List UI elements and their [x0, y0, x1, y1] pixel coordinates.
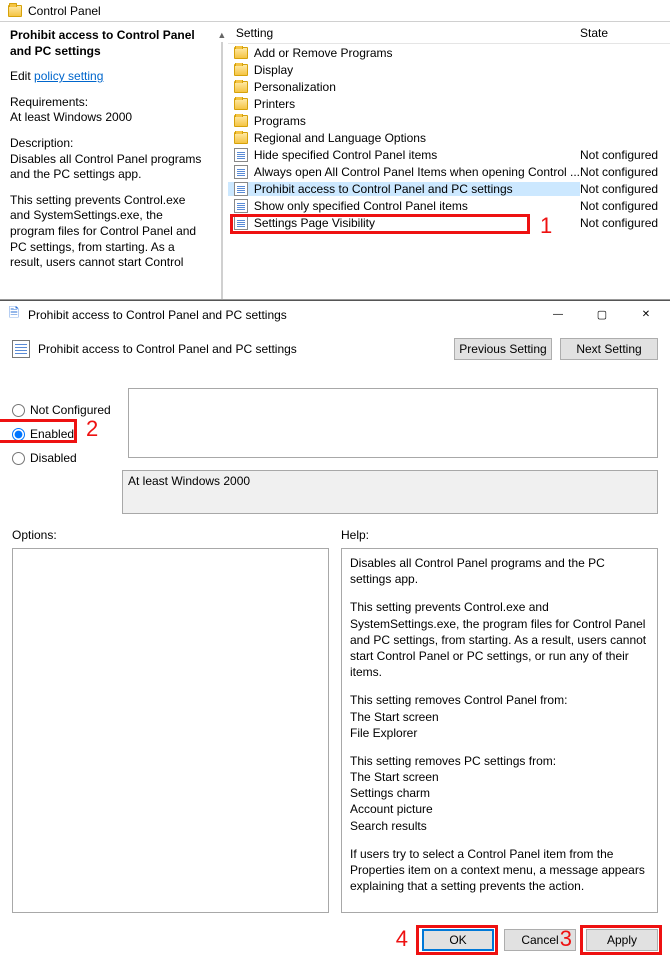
gpedit-pane: Control Panel Prohibit access to Control… — [0, 0, 670, 300]
radio-not-configured[interactable]: Not Configured — [12, 398, 111, 422]
radio-disabled[interactable]: Disabled — [12, 446, 111, 470]
help-label: Help: — [341, 528, 658, 542]
list-header: Setting State — [228, 22, 670, 44]
radio-not-configured-input[interactable] — [12, 404, 25, 417]
cancel-button[interactable]: Cancel — [504, 929, 576, 951]
minimize-button[interactable]: — — [536, 301, 580, 328]
help-paragraph: This setting prevents Control.exe and Sy… — [350, 599, 649, 680]
list-item-label: Personalization — [254, 80, 336, 94]
list-item[interactable]: Add or Remove Programs — [228, 44, 670, 61]
state-radio-group: Not Configured Enabled Disabled — [12, 398, 111, 470]
next-setting-button[interactable]: Next Setting — [560, 338, 658, 360]
list-item-label: Hide specified Control Panel items — [254, 148, 437, 162]
column-state[interactable]: State — [580, 26, 670, 40]
list-item[interactable]: Printers — [228, 95, 670, 112]
policy-icon — [234, 148, 248, 162]
list-item[interactable]: Show only specified Control Panel items N… — [228, 197, 670, 214]
policy-icon — [234, 182, 248, 196]
list-item-state: Not configured — [580, 216, 670, 230]
supported-on-text: At least Windows 2000 — [122, 470, 658, 514]
list-item[interactable]: Display — [228, 61, 670, 78]
dialog-header-row: Prohibit access to Control Panel and PC … — [12, 338, 658, 360]
list-item-state: Not configured — [580, 165, 670, 179]
supported-on-label: Supported on: — [12, 470, 122, 514]
radio-enabled-input[interactable] — [12, 428, 25, 441]
list-item[interactable]: Regional and Language Options — [228, 129, 670, 146]
dialog-titlebar[interactable]: 🗎 Prohibit access to Control Panel and P… — [0, 301, 670, 328]
requirements-label: Requirements: — [10, 95, 88, 109]
folder-icon — [234, 81, 248, 93]
edit-prefix: Edit — [10, 69, 31, 83]
dialog-header-text: Prohibit access to Control Panel and PC … — [38, 342, 446, 356]
list-item-label: Programs — [254, 114, 306, 128]
comment-textarea[interactable] — [128, 388, 658, 458]
folder-icon — [234, 115, 248, 127]
radio-enabled-label: Enabled — [30, 427, 74, 441]
list-item-label: Add or Remove Programs — [254, 46, 393, 60]
folder-icon — [234, 132, 248, 144]
options-label: Options: — [12, 528, 329, 542]
radio-disabled-label: Disabled — [30, 451, 77, 465]
policy-icon — [234, 216, 248, 230]
folder-icon — [234, 64, 248, 76]
list-item[interactable]: Programs — [228, 112, 670, 129]
policy-icon — [234, 199, 248, 213]
settings-list-panel: Setting State Add or Remove Programs Disp… — [228, 0, 670, 299]
list-body: Add or Remove Programs Display Personaliza… — [228, 44, 670, 299]
list-item-state: Not configured — [580, 182, 670, 196]
radio-not-configured-label: Not Configured — [30, 403, 111, 417]
list-item[interactable]: Always open All Control Panel Items when… — [228, 163, 670, 180]
list-item-label: Regional and Language Options — [254, 131, 426, 145]
chevron-up-icon: ▲ — [217, 30, 226, 40]
edit-policy-link[interactable]: policy setting — [34, 69, 103, 83]
policy-icon — [234, 165, 248, 179]
radio-enabled[interactable]: Enabled — [12, 422, 111, 446]
help-box[interactable]: Disables all Control Panel programs and … — [341, 548, 658, 913]
help-paragraph: This setting removes Control Panel from:… — [350, 692, 649, 741]
ok-button[interactable]: OK — [422, 929, 494, 951]
description-panel: Prohibit access to Control Panel and PC … — [0, 0, 216, 299]
list-item-label: Printers — [254, 97, 295, 111]
policy-icon — [12, 340, 30, 358]
previous-setting-button[interactable]: Previous Setting — [454, 338, 552, 360]
help-paragraph: If users try to select a Control Panel i… — [350, 846, 649, 895]
description-label: Description: — [10, 136, 73, 150]
list-item-label: Show only specified Control Panel items — [254, 199, 468, 213]
list-item-label: Always open All Control Panel Items when… — [254, 165, 580, 179]
selected-policy-title: Prohibit access to Control Panel and PC … — [10, 28, 208, 59]
list-item-state: Not configured — [580, 199, 670, 213]
folder-icon — [234, 47, 248, 59]
dialog-title: Prohibit access to Control Panel and PC … — [28, 308, 287, 322]
help-paragraph: This setting removes PC settings from:Th… — [350, 753, 649, 834]
maximize-button[interactable]: ▢ — [580, 301, 624, 328]
list-item[interactable]: Personalization — [228, 78, 670, 95]
window-icon: 🗎 — [6, 307, 22, 323]
requirements-value: At least Windows 2000 — [10, 110, 132, 124]
pane-splitter[interactable]: ▲ — [216, 0, 228, 299]
list-item-label: Settings Page Visibility — [254, 216, 375, 230]
list-item-label: Display — [254, 63, 293, 77]
annotation-number-4: 4 — [396, 926, 408, 952]
description-text-2: This setting prevents Control.exe and Sy… — [10, 193, 208, 271]
radio-disabled-input[interactable] — [12, 452, 25, 465]
policy-properties-dialog: 🗎 Prohibit access to Control Panel and P… — [0, 300, 670, 961]
list-item[interactable]: Hide specified Control Panel items Not co… — [228, 146, 670, 163]
close-button[interactable]: ✕ — [624, 301, 668, 328]
help-paragraph: Disables all Control Panel programs and … — [350, 555, 649, 587]
apply-button[interactable]: Apply — [586, 929, 658, 951]
list-item[interactable]: Prohibit access to Control Panel and PC … — [228, 180, 670, 197]
list-item[interactable]: Settings Page Visibility Not configured — [228, 214, 670, 231]
folder-icon — [234, 98, 248, 110]
list-item-label: Prohibit access to Control Panel and PC … — [254, 182, 513, 196]
dialog-button-bar: OK Cancel Apply 3 4 — [0, 921, 670, 961]
description-text-1: Disables all Control Panel programs and … — [10, 152, 201, 182]
column-setting[interactable]: Setting — [228, 26, 580, 40]
options-box — [12, 548, 329, 913]
list-item-state: Not configured — [580, 148, 670, 162]
